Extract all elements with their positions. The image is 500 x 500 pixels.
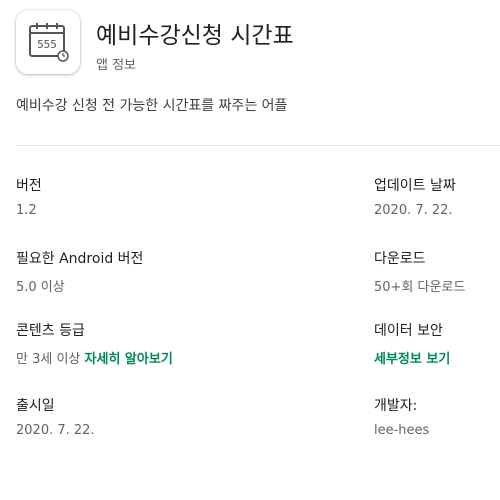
release-date-value: 2020. 7. 22. [16,423,95,438]
update-date-label: 업데이트 날짜 [374,178,456,194]
app-description: 예비수강 신청 전 가능한 시간표를 짜주는 어플 [16,98,288,114]
version-label: 버전 [16,178,42,194]
calendar-schedule-icon: 555 [16,10,80,74]
svg-text:555: 555 [37,38,57,51]
android-version-value: 5.0 이상 [16,280,65,295]
content-rating-value: 만 3세 이상 [16,352,81,367]
view-details-link[interactable]: 세부정보 보기 [374,352,450,367]
app-header: 555 예비수강신청 시간표 앱 정보 [16,10,486,76]
update-date-value: 2020. 7. 22. [374,203,453,218]
app-subtitle: 앱 정보 [96,58,137,73]
release-date-label: 출시일 [16,398,55,414]
content-rating-value-row: 만 3세 이상 자세히 알아보기 [16,348,173,367]
android-version-info: 필요한 Android 버전 5.0 이상 [16,248,143,295]
content-rating-label: 콘텐츠 등급 [16,323,85,339]
developer-label: 개발자: [374,398,418,414]
downloads-info: 다운로드 50+회 다운로드 [374,248,465,295]
data-security-label: 데이터 보안 [374,323,443,339]
release-date-info: 출시일 2020. 7. 22. [16,395,95,438]
android-version-label: 필요한 Android 버전 [16,251,144,267]
developer-value: lee-hees [374,423,430,438]
content-rating-info: 콘텐츠 등급 만 3세 이상 자세히 알아보기 [16,320,173,367]
learn-more-link[interactable]: 자세히 알아보기 [85,352,173,367]
version-value: 1.2 [16,203,37,218]
version-info: 버전 1.2 [16,175,42,218]
data-security-value-row: 세부정보 보기 [374,348,450,367]
data-security-info: 데이터 보안 세부정보 보기 [374,320,450,367]
downloads-value: 50+회 다운로드 [374,280,466,295]
update-date-info: 업데이트 날짜 2020. 7. 22. [374,175,456,218]
section-divider [16,145,500,146]
developer-info: 개발자: lee-hees [374,395,429,438]
downloads-label: 다운로드 [374,251,426,267]
app-title: 예비수강신청 시간표 [96,23,294,49]
